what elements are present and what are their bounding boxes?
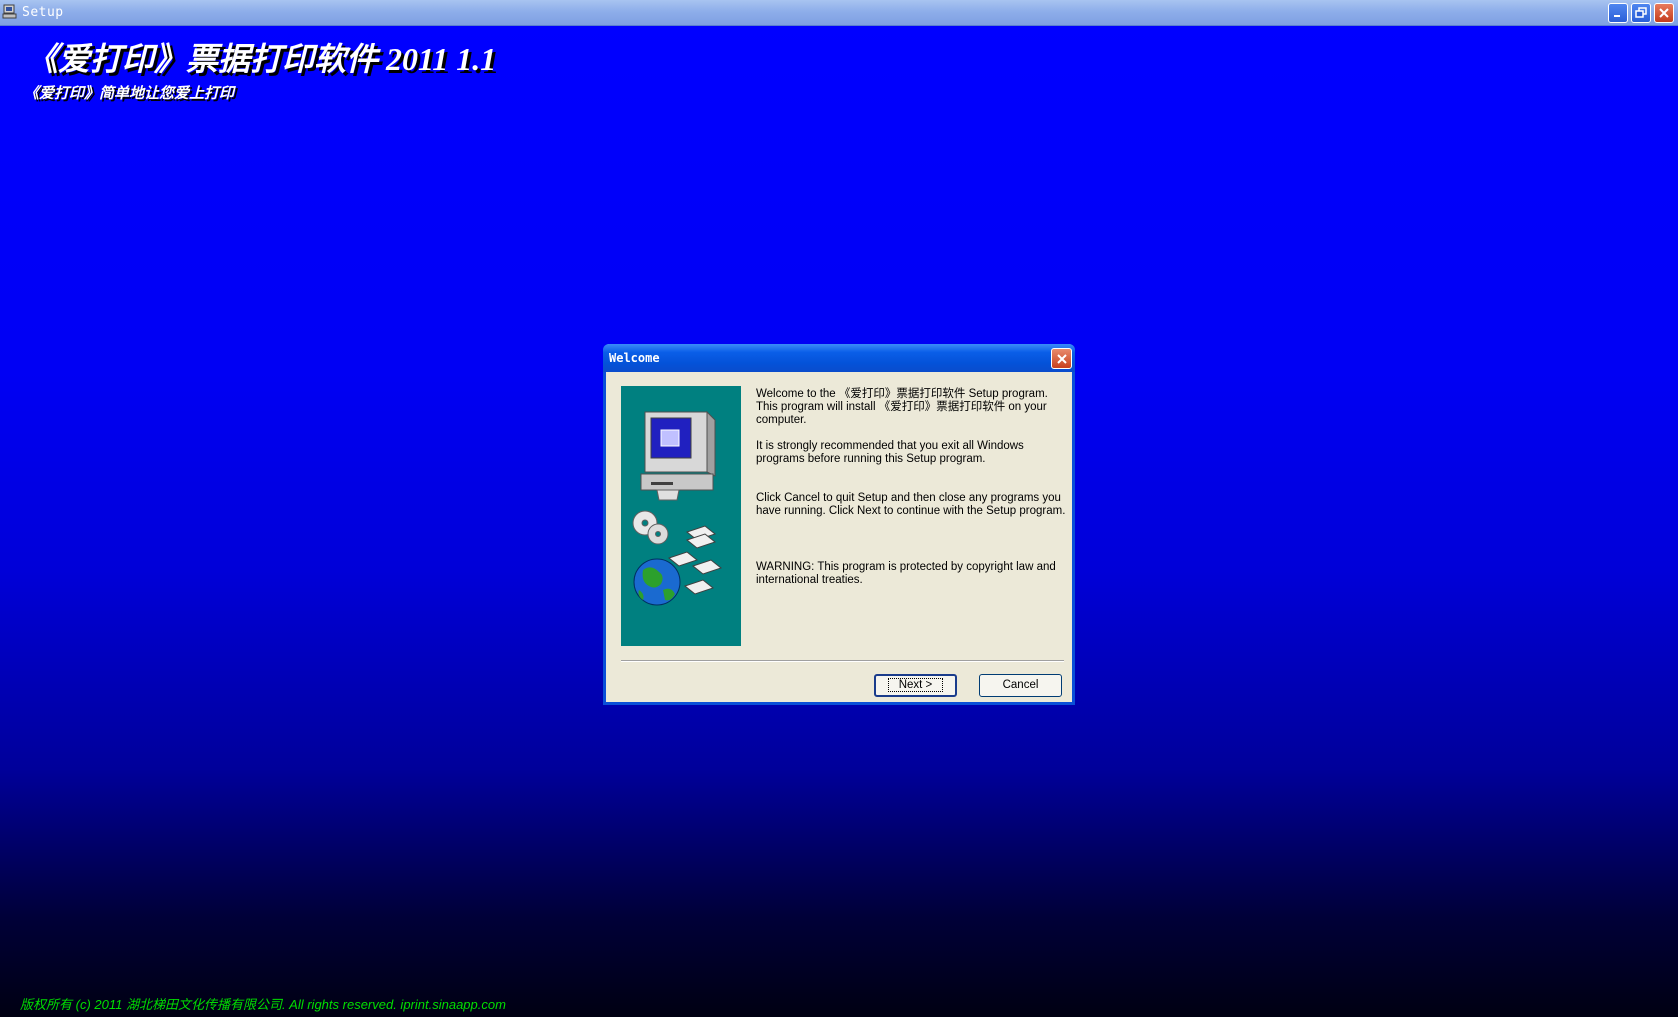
window-titlebar[interactable]: Setup [0,0,1678,26]
warning-paragraph: WARNING: This program is protected by co… [756,561,1056,586]
window-title: Setup [22,5,64,20]
product-slogan: 《爱打印》简单地让您爱上打印 [24,86,235,102]
instructions-paragraph: Click Cancel to quit Setup and then clos… [756,492,1066,517]
setup-app-icon [2,4,17,19]
dialog-title: Welcome [609,351,660,365]
next-button-label: Next > [887,678,944,692]
dialog-close-button[interactable] [1051,348,1072,369]
next-button[interactable]: Next > [874,674,957,697]
restore-icon [1635,7,1647,18]
dialog-separator [621,660,1064,662]
restore-button[interactable] [1631,3,1651,23]
minimize-icon [1614,15,1620,17]
computer-disks-globe-icon [632,410,723,606]
setup-background: 《爱打印》票据打印软件 2011 1.1 《爱打印》简单地让您爱上打印 Welc… [0,26,1678,1017]
close-icon [1659,8,1669,18]
close-icon [1057,354,1067,364]
product-title: 《爱打印》票据打印软件 2011 1.1 [26,41,497,77]
setup-illustration [621,386,741,646]
copyright-text: 版权所有 (c) 2011 湖北梯田文化传播有限公司. All rights r… [20,997,506,1012]
recommendation-paragraph: It is strongly recommended that you exit… [756,440,1024,465]
cancel-button[interactable]: Cancel [979,674,1062,697]
welcome-dialog: Welcome Welcome to the 《爱打印》票据打印软件 Setup… [603,344,1075,705]
close-button[interactable] [1654,3,1674,23]
dialog-titlebar[interactable]: Welcome [603,344,1075,372]
welcome-paragraph: Welcome to the 《爱打印》票据打印软件 Setup program… [756,388,1048,426]
minimize-button[interactable] [1608,3,1628,23]
